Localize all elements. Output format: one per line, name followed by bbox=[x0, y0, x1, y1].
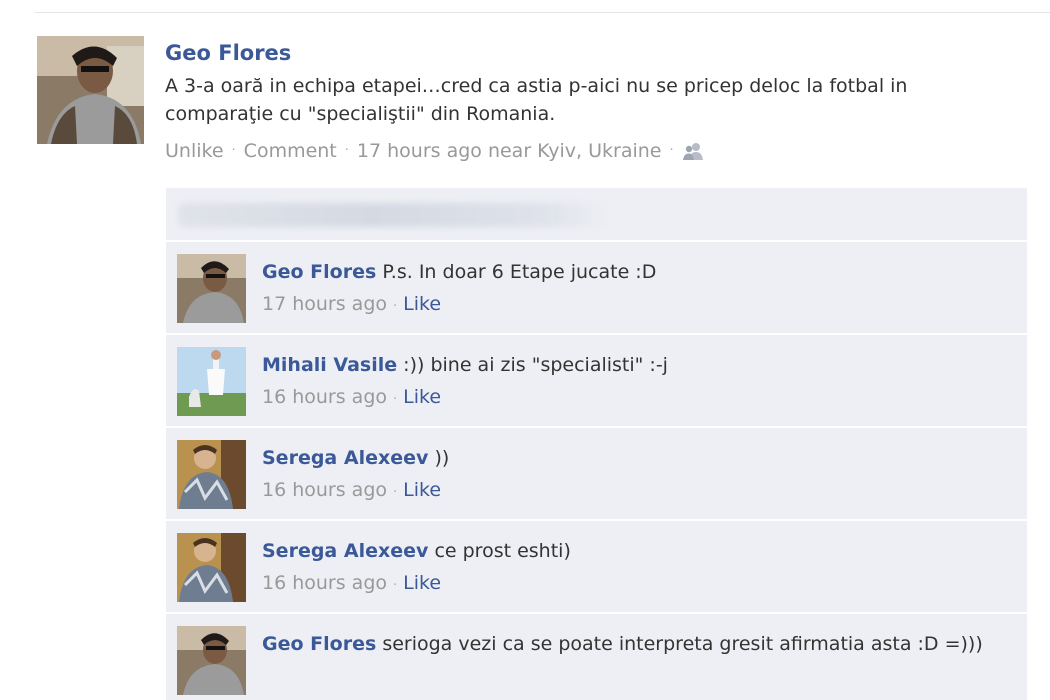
unlike-link[interactable]: Unlike bbox=[165, 138, 224, 164]
comment-text: )) bbox=[434, 447, 450, 469]
comment-timestamp[interactable]: 16 hours ago bbox=[262, 479, 387, 501]
post-timestamp[interactable]: 17 hours ago near Kyiv, Ukraine bbox=[357, 138, 662, 164]
comment-author-link[interactable]: Geo Flores bbox=[262, 633, 376, 655]
author-avatar[interactable] bbox=[37, 36, 144, 144]
comment-text: serioga vezi ca se poate interpreta gres… bbox=[382, 633, 983, 655]
comment-text: ce prost eshti) bbox=[434, 540, 571, 562]
comment-like-link[interactable]: Like bbox=[403, 479, 441, 501]
comment-item: Serega Alexeev ce prost eshti) 16 hours … bbox=[166, 521, 1027, 614]
comment-like-link[interactable]: Like bbox=[403, 293, 441, 315]
top-divider bbox=[35, 12, 1050, 13]
comment-line: Geo Flores serioga vezi ca se poate inte… bbox=[262, 630, 1012, 658]
comment-like-link[interactable]: Like bbox=[403, 386, 441, 408]
comment-author-link[interactable]: Mihali Vasile bbox=[262, 354, 397, 376]
comment-item: Geo Flores P.s. In doar 6 Etape jucate :… bbox=[166, 242, 1027, 335]
comment-line: Serega Alexeev ce prost eshti) bbox=[262, 537, 1012, 565]
commenter-avatar[interactable] bbox=[177, 254, 246, 323]
comment-item: Serega Alexeev )) 16 hours ago · Like bbox=[166, 428, 1027, 521]
comment-content: Serega Alexeev ce prost eshti) 16 hours … bbox=[262, 537, 1012, 600]
comment-timestamp[interactable]: 16 hours ago bbox=[262, 386, 387, 408]
separator: · bbox=[344, 143, 349, 158]
comment-text: P.s. In doar 6 Etape jucate :D bbox=[382, 261, 657, 283]
story-body: Geo Flores A 3-a oară in echipa etapei…c… bbox=[165, 36, 1035, 164]
comment-meta: 17 hours ago · Like bbox=[262, 290, 1012, 321]
commenter-avatar[interactable] bbox=[177, 626, 246, 695]
separator: · bbox=[231, 143, 236, 158]
comment-content: Serega Alexeev )) 16 hours ago · Like bbox=[262, 444, 1012, 507]
post-actions: Unlike · Comment · 17 hours ago near Kyi… bbox=[165, 138, 1035, 164]
separator: · bbox=[393, 299, 398, 314]
comment-like-link[interactable]: Like bbox=[403, 572, 441, 594]
likes-bar bbox=[166, 188, 1027, 242]
comment-item: Mihali Vasile :)) bine ai zis "specialis… bbox=[166, 335, 1027, 428]
comment-author-link[interactable]: Geo Flores bbox=[262, 261, 376, 283]
comment-line: Geo Flores P.s. In doar 6 Etape jucate :… bbox=[262, 258, 1012, 286]
friends-icon[interactable] bbox=[682, 141, 704, 161]
comments-list: Geo Flores P.s. In doar 6 Etape jucate :… bbox=[166, 188, 1027, 700]
comment-line: Serega Alexeev )) bbox=[262, 444, 1012, 472]
comment-content: Geo Flores P.s. In doar 6 Etape jucate :… bbox=[262, 258, 1012, 321]
comment-link[interactable]: Comment bbox=[244, 138, 337, 164]
comment-content: Mihali Vasile :)) bine ai zis "specialis… bbox=[262, 351, 1012, 414]
comment-item: Geo Flores serioga vezi ca se poate inte… bbox=[166, 614, 1027, 700]
separator: · bbox=[393, 485, 398, 500]
comment-author-link[interactable]: Serega Alexeev bbox=[262, 447, 428, 469]
comment-timestamp[interactable]: 17 hours ago bbox=[262, 293, 387, 315]
comment-meta: 16 hours ago · Like bbox=[262, 569, 1012, 600]
comment-timestamp[interactable]: 16 hours ago bbox=[262, 572, 387, 594]
commenter-avatar[interactable] bbox=[177, 440, 246, 509]
comment-meta: 16 hours ago · Like bbox=[262, 383, 1012, 414]
commenter-avatar[interactable] bbox=[177, 347, 246, 416]
separator: · bbox=[393, 578, 398, 593]
comment-content: Geo Flores serioga vezi ca se poate inte… bbox=[262, 630, 1012, 658]
post-message: A 3-a oară in echipa etapei…cred ca asti… bbox=[165, 75, 908, 125]
comment-line: Mihali Vasile :)) bine ai zis "specialis… bbox=[262, 351, 1012, 379]
separator: · bbox=[669, 143, 674, 158]
comment-meta: 16 hours ago · Like bbox=[262, 476, 1012, 507]
blurred-likes bbox=[178, 203, 608, 227]
comment-text: :)) bine ai zis "specialisti" :-j bbox=[403, 354, 668, 376]
comment-author-link[interactable]: Serega Alexeev bbox=[262, 540, 428, 562]
post-author-link[interactable]: Geo Flores bbox=[165, 36, 1035, 70]
separator: · bbox=[393, 392, 398, 407]
commenter-avatar[interactable] bbox=[177, 533, 246, 602]
